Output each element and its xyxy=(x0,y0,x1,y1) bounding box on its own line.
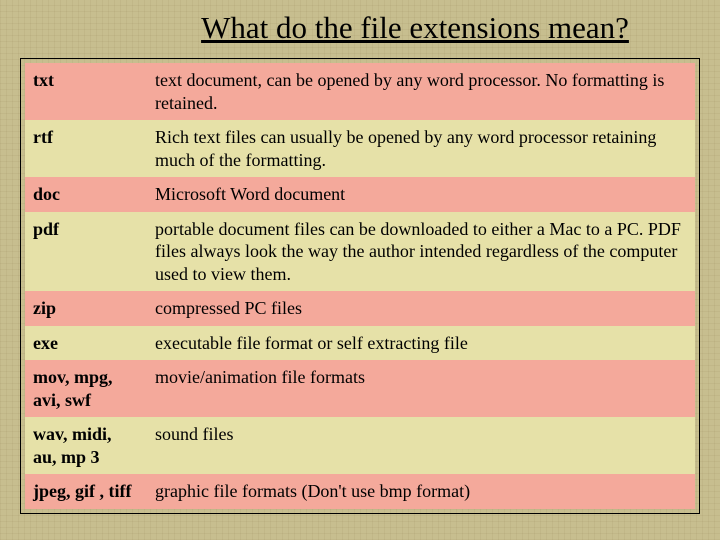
ext-cell: jpeg, gif , tiff xyxy=(25,474,147,509)
desc-cell: movie/animation file formats xyxy=(147,360,695,417)
table-row: jpeg, gif , tiff graphic file formats (D… xyxy=(25,474,695,509)
page-title: What do the file extensions mean? xyxy=(130,10,700,46)
ext-cell: exe xyxy=(25,326,147,361)
table-row: zip compressed PC files xyxy=(25,291,695,326)
ext-cell: wav, midi, au, mp 3 xyxy=(25,417,147,474)
ext-cell: rtf xyxy=(25,120,147,177)
table-container: txt text document, can be opened by any … xyxy=(20,58,700,514)
ext-cell: pdf xyxy=(25,212,147,292)
desc-cell: graphic file formats (Don't use bmp form… xyxy=(147,474,695,509)
ext-cell: zip xyxy=(25,291,147,326)
desc-cell: Microsoft Word document xyxy=(147,177,695,212)
slide: What do the file extensions mean? txt te… xyxy=(0,0,720,540)
ext-cell: doc xyxy=(25,177,147,212)
table-row: exe executable file format or self extra… xyxy=(25,326,695,361)
table-row: wav, midi, au, mp 3 sound files xyxy=(25,417,695,474)
table-row: pdf portable document files can be downl… xyxy=(25,212,695,292)
table-row: mov, mpg, avi, swf movie/animation file … xyxy=(25,360,695,417)
ext-cell: txt xyxy=(25,63,147,120)
file-extensions-table: txt text document, can be opened by any … xyxy=(25,63,695,509)
desc-cell: portable document files can be downloade… xyxy=(147,212,695,292)
table-row: doc Microsoft Word document xyxy=(25,177,695,212)
ext-cell: mov, mpg, avi, swf xyxy=(25,360,147,417)
desc-cell: text document, can be opened by any word… xyxy=(147,63,695,120)
table-row: rtf Rich text files can usually be opene… xyxy=(25,120,695,177)
desc-cell: executable file format or self extractin… xyxy=(147,326,695,361)
desc-cell: compressed PC files xyxy=(147,291,695,326)
desc-cell: sound files xyxy=(147,417,695,474)
table-row: txt text document, can be opened by any … xyxy=(25,63,695,120)
desc-cell: Rich text files can usually be opened by… xyxy=(147,120,695,177)
